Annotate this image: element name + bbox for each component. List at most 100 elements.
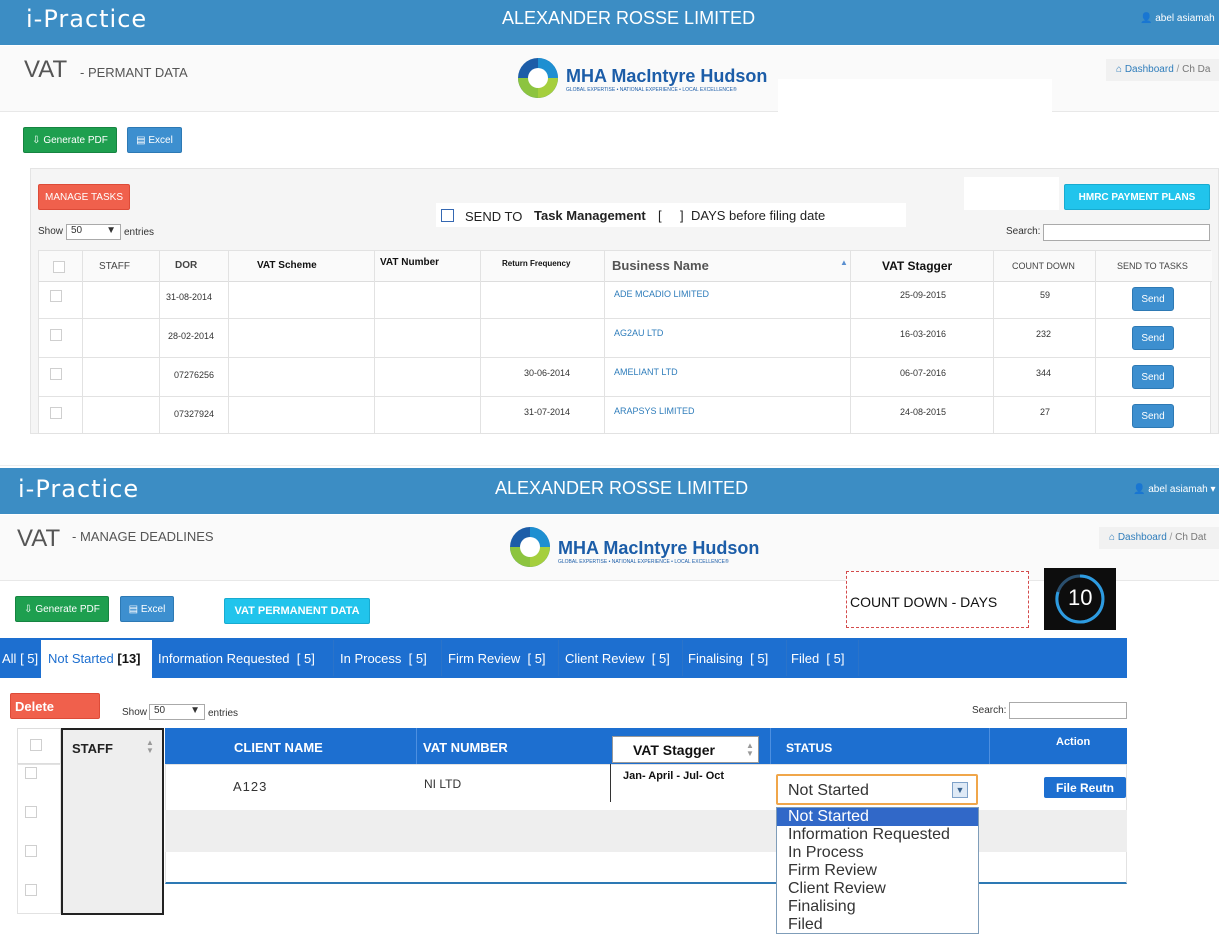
brand-tagline: GLOBAL EXPERTISE • NATIONAL EXPERIENCE •… bbox=[566, 87, 737, 93]
col-business-name[interactable]: Business Name bbox=[612, 258, 709, 273]
breadcrumb-home[interactable]: ⌂ Dashboard bbox=[1116, 64, 1174, 75]
user-menu[interactable]: 👤 abel asiamah bbox=[1140, 13, 1215, 24]
excel-button[interactable]: ▤ Excel bbox=[127, 127, 182, 153]
send-button[interactable]: Send bbox=[1132, 326, 1174, 350]
col-vat-stagger[interactable]: VAT Stagger ▲ ▼ bbox=[612, 736, 759, 763]
row-checkbox[interactable] bbox=[50, 407, 62, 419]
row-shade bbox=[165, 810, 1127, 852]
col-dor[interactable]: DOR bbox=[175, 260, 197, 271]
col-vat-stagger[interactable]: VAT Stagger bbox=[882, 259, 952, 273]
cell-countdown: 27 bbox=[1040, 407, 1051, 417]
col-client-name[interactable]: CLIENT NAME bbox=[234, 740, 323, 755]
send-to-checkbox[interactable] bbox=[441, 209, 454, 222]
show-entries: Show 50 ▼ entries bbox=[38, 224, 154, 240]
status-option[interactable]: Information Requested bbox=[777, 826, 978, 844]
status-option[interactable]: Firm Review bbox=[777, 862, 978, 880]
file-return-button[interactable]: File Reutn bbox=[1044, 777, 1126, 798]
tab-not-started[interactable]: Not Started [13] bbox=[48, 648, 141, 670]
tab-in-process[interactable]: In Process [ 5] bbox=[340, 648, 427, 670]
col-staff[interactable]: STAFF bbox=[72, 741, 113, 756]
row-checkbox[interactable] bbox=[25, 845, 37, 857]
row-checkbox[interactable] bbox=[50, 368, 62, 380]
col-action[interactable]: Action bbox=[1056, 736, 1090, 748]
hmrc-payment-plans-button[interactable]: HMRC PAYMENT PLANS bbox=[1064, 184, 1210, 210]
search-input[interactable] bbox=[1043, 224, 1210, 241]
entries-select[interactable]: 50 ▼ bbox=[66, 224, 121, 240]
row-checkbox[interactable] bbox=[25, 767, 37, 779]
cell-dor: 07327924 bbox=[174, 409, 215, 419]
col-vat-number[interactable]: VAT Number bbox=[380, 257, 439, 268]
company-name: ALEXANDER ROSSE LIMITED bbox=[495, 478, 749, 498]
manage-tasks-button[interactable]: MANAGE TASKS bbox=[38, 184, 130, 210]
send-button[interactable]: Send bbox=[1132, 404, 1174, 428]
search-area: Search: bbox=[1006, 224, 1210, 241]
cell-business-name[interactable]: AMELIANT LTD bbox=[614, 367, 678, 377]
status-option[interactable]: Not Started bbox=[777, 808, 978, 826]
cell-client-name: A123 bbox=[233, 779, 268, 794]
task-management-label: Task Management bbox=[534, 208, 646, 223]
cell-countdown: 344 bbox=[1036, 368, 1052, 378]
generate-pdf-button[interactable]: ⇩ Generate PDF bbox=[15, 596, 109, 622]
send-to-label: SEND TO bbox=[465, 209, 523, 224]
breadcrumb-current: Ch Dat bbox=[1175, 532, 1207, 543]
user-menu[interactable]: 👤 abel asiamah ▾ bbox=[1133, 484, 1216, 495]
cell-business-name[interactable]: ADE MCADIO LIMITED bbox=[614, 289, 709, 299]
brand-tagline: GLOBAL EXPERTISE • NATIONAL EXPERIENCE •… bbox=[558, 559, 729, 565]
show-label: Show bbox=[38, 226, 64, 237]
col-count-down[interactable]: COUNT DOWN bbox=[1012, 261, 1075, 271]
file-icon: ▤ bbox=[136, 134, 149, 146]
countdown-widget: 10 bbox=[1044, 568, 1116, 630]
tab-firm-review[interactable]: Firm Review [ 5] bbox=[448, 648, 546, 670]
excel-button[interactable]: ▤ Excel bbox=[120, 596, 174, 622]
row-checkbox[interactable] bbox=[50, 329, 62, 341]
status-option[interactable]: Filed bbox=[777, 916, 978, 934]
tab-information-requested[interactable]: Information Requested [ 5] bbox=[158, 648, 315, 670]
status-option[interactable]: Finalising bbox=[777, 898, 978, 916]
home-icon: ⌂ bbox=[1109, 532, 1116, 543]
col-return-frequency[interactable]: Return Frequency bbox=[502, 259, 570, 268]
app-logo[interactable]: i-Practice bbox=[18, 475, 139, 503]
status-select[interactable]: Not Started ▼ bbox=[776, 774, 978, 805]
cell-dor: 07276256 bbox=[174, 370, 215, 380]
cell-business-name[interactable]: AG2AU LTD bbox=[614, 328, 663, 338]
row-checkbox[interactable] bbox=[50, 290, 62, 302]
search-label: Search: bbox=[1006, 226, 1041, 237]
row-checkbox[interactable] bbox=[25, 806, 37, 818]
select-all-checkbox[interactable] bbox=[53, 261, 65, 273]
row-checkbox[interactable] bbox=[25, 884, 37, 896]
page-header: VAT - PERMANT DATA MHA MacIntyre Hudson … bbox=[0, 46, 1219, 143]
download-icon: ⇩ bbox=[32, 134, 44, 146]
cell-return-frequency: 31-07-2014 bbox=[524, 407, 571, 417]
col-staff[interactable]: STAFF bbox=[99, 261, 130, 272]
col-vat-scheme[interactable]: VAT Scheme bbox=[257, 260, 317, 271]
send-button[interactable]: Send bbox=[1132, 287, 1174, 311]
tab-finalising[interactable]: Finalising [ 5] bbox=[688, 648, 768, 670]
cell-vat-stagger: 06-07-2016 bbox=[900, 368, 947, 378]
page-title: VAT bbox=[24, 56, 68, 83]
generate-pdf-button[interactable]: ⇩ Generate PDF bbox=[23, 127, 117, 153]
divider-strip bbox=[0, 434, 1219, 466]
col-send-to-tasks[interactable]: SEND TO TASKS bbox=[1117, 261, 1188, 271]
status-option[interactable]: Client Review bbox=[777, 880, 978, 898]
brand-logo: MHA MacIntyre Hudson GLOBAL EXPERTISE • … bbox=[508, 525, 759, 574]
status-option[interactable]: In Process bbox=[777, 844, 978, 862]
brand-name: MHA MacIntyre Hudson bbox=[566, 66, 768, 86]
send-button[interactable]: Send bbox=[1132, 365, 1174, 389]
search-input[interactable] bbox=[1009, 702, 1127, 719]
breadcrumb-home[interactable]: ⌂ Dashboard bbox=[1109, 532, 1167, 543]
delete-button[interactable]: Delete bbox=[10, 693, 100, 719]
page-subtitle: - PERMANT DATA bbox=[80, 65, 188, 80]
tab-filed[interactable]: Filed [ 5] bbox=[791, 648, 845, 670]
tab-all[interactable]: All [ 5] bbox=[2, 648, 38, 670]
vat-permanent-data-button[interactable]: VAT PERMANENT DATA bbox=[224, 598, 370, 624]
cell-business-name[interactable]: ARAPSYS LIMITED bbox=[614, 406, 695, 416]
cell-vat-number: NI LTD bbox=[424, 777, 462, 791]
col-vat-number[interactable]: VAT NUMBER bbox=[423, 740, 508, 755]
tab-client-review[interactable]: Client Review [ 5] bbox=[565, 648, 670, 670]
dropdown-arrow-icon: ▼ bbox=[106, 225, 116, 236]
entries-select[interactable]: 50 ▼ bbox=[149, 704, 205, 720]
entries-label: entries bbox=[124, 227, 155, 238]
app-logo[interactable]: i-Practice bbox=[26, 5, 147, 33]
col-status[interactable]: STATUS bbox=[786, 741, 832, 755]
select-all-checkbox[interactable] bbox=[30, 739, 42, 751]
